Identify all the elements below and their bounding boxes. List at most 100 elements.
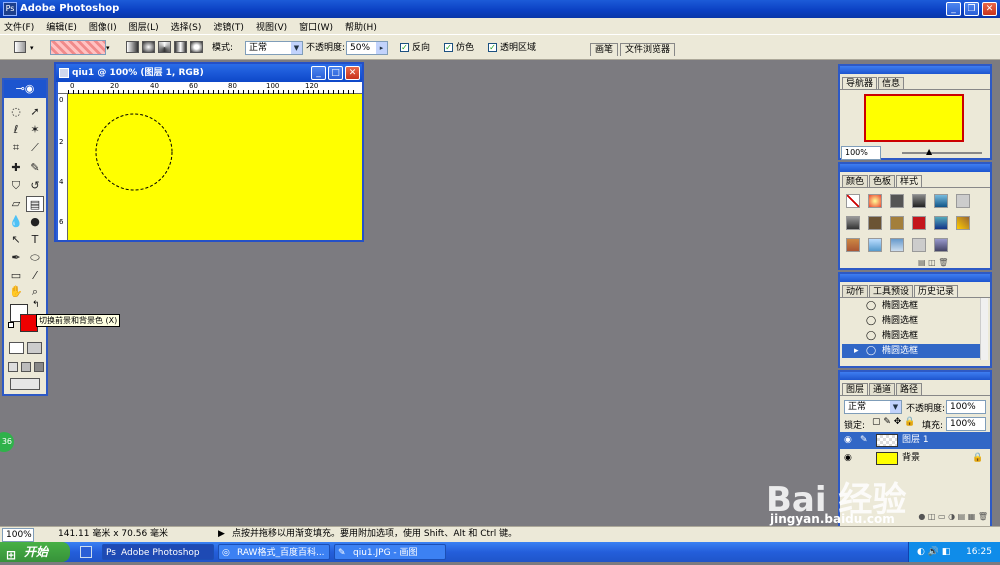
panel-grip[interactable]	[840, 372, 990, 380]
swap-colors-icon[interactable]: ↰	[32, 300, 40, 310]
menu-window[interactable]: 窗口(W)	[299, 20, 333, 33]
menu-view[interactable]: 视图(V)	[256, 20, 287, 33]
tab-swatches[interactable]: 色板	[869, 175, 896, 187]
tab-file-browser[interactable]: 文件浏览器	[620, 43, 676, 56]
feather-logo-icon[interactable]: ⊸◉	[4, 80, 46, 98]
dodge-tool-icon[interactable]: ●	[26, 214, 44, 230]
history-item-selected[interactable]: ▸ ◯ 椭圆选框	[842, 344, 982, 358]
style-swatch[interactable]	[956, 194, 970, 208]
screen-mode-full-menu-icon[interactable]	[21, 362, 31, 372]
panel-grip[interactable]	[840, 164, 990, 172]
tab-layers[interactable]: 图层	[842, 383, 869, 395]
gradient-picker[interactable]	[50, 40, 106, 55]
jump-to-imageready-icon[interactable]	[10, 378, 40, 390]
menu-image[interactable]: 图像(I)	[89, 20, 117, 33]
lasso-tool-icon[interactable]: ℓ	[7, 122, 25, 138]
diamond-gradient-icon[interactable]	[190, 41, 203, 53]
doc-restore-button[interactable]: □	[328, 66, 343, 80]
style-swatch[interactable]	[934, 216, 948, 230]
fill-field[interactable]: 100%	[946, 417, 986, 431]
default-colors-icon[interactable]	[8, 322, 14, 328]
style-swatch[interactable]	[890, 238, 904, 252]
task-paint[interactable]: ✎ qiu1.JPG - 画图	[334, 544, 446, 560]
style-swatch[interactable]	[934, 194, 948, 208]
side-badge[interactable]: 36	[0, 432, 14, 452]
status-zoom-field[interactable]: 100%	[2, 528, 34, 542]
stamp-tool-icon[interactable]: ⛉	[7, 178, 25, 194]
layer-opacity-field[interactable]: 100%	[946, 400, 986, 414]
tab-brushes[interactable]: 画笔	[590, 43, 619, 56]
reverse-checkbox[interactable]: ✓ 反向	[400, 40, 430, 56]
brush-tool-icon[interactable]: ✎	[26, 160, 44, 176]
zoom-tool-icon[interactable]: ⌕	[26, 284, 44, 300]
doc-close-button[interactable]: ✕	[345, 66, 360, 80]
style-swatch[interactable]	[912, 238, 926, 252]
tab-actions[interactable]: 动作	[842, 285, 869, 297]
play-arrow-icon[interactable]: ▶	[218, 527, 225, 542]
layer-row-selected[interactable]: ◉ ✎ 图层 1	[840, 432, 990, 449]
style-swatch[interactable]	[846, 238, 860, 252]
transparency-checkbox[interactable]: ✓ 透明区域	[488, 40, 536, 56]
panel-grip[interactable]	[840, 274, 990, 282]
slice-tool-icon[interactable]: ⟋	[26, 140, 44, 156]
doc-minimize-button[interactable]: _	[311, 66, 326, 80]
type-tool-icon[interactable]: T	[26, 232, 44, 248]
eyedropper-tool-icon[interactable]: ⁄	[26, 268, 44, 284]
hand-tool-icon[interactable]: ✋	[7, 284, 25, 300]
style-swatch[interactable]	[868, 238, 882, 252]
history-item[interactable]: ◯ 椭圆选框	[842, 299, 982, 313]
style-swatch[interactable]	[846, 216, 860, 230]
gradient-tool-icon[interactable]: ▤	[26, 196, 44, 212]
eye-icon[interactable]: ◉	[844, 432, 852, 449]
task-photoshop[interactable]: Ps Adobe Photoshop	[102, 544, 214, 560]
style-swatch[interactable]	[934, 238, 948, 252]
blend-mode-select[interactable]: 正常 ▼	[844, 400, 902, 414]
tab-channels[interactable]: 通道	[869, 383, 896, 395]
chevron-down-icon[interactable]: ▾	[106, 44, 110, 52]
tab-color[interactable]: 颜色	[842, 175, 869, 187]
minimize-button[interactable]: _	[946, 2, 961, 16]
style-swatch[interactable]	[846, 194, 860, 208]
zoom-slider-thumb-icon[interactable]: ▲	[926, 147, 932, 156]
close-button[interactable]: ✕	[982, 2, 997, 16]
zoom-slider[interactable]	[902, 152, 982, 154]
radial-gradient-icon[interactable]	[142, 41, 155, 53]
history-brush-icon[interactable]: ↺	[26, 178, 44, 194]
menu-select[interactable]: 选择(S)	[171, 20, 202, 33]
show-desktop-icon[interactable]	[80, 546, 92, 558]
screen-mode-standard-icon[interactable]	[8, 362, 18, 372]
opacity-field[interactable]: 50% ▸	[346, 41, 388, 55]
history-scrollbar[interactable]	[980, 298, 988, 360]
style-swatch[interactable]	[956, 216, 970, 230]
chevron-down-icon[interactable]: ▾	[30, 44, 34, 52]
restore-button[interactable]: ❐	[964, 2, 979, 16]
tool-preset-icon[interactable]	[14, 41, 26, 53]
tab-navigator[interactable]: 导航器	[842, 77, 878, 89]
style-swatch[interactable]	[912, 194, 926, 208]
blur-tool-icon[interactable]: 💧	[7, 214, 25, 230]
navigator-zoom-field[interactable]: 100%	[841, 146, 881, 160]
linear-gradient-icon[interactable]	[126, 41, 139, 53]
notes-tool-icon[interactable]: ▭	[7, 268, 25, 284]
layer-row[interactable]: ◉ 背景 🔒	[840, 450, 990, 467]
style-swatch[interactable]	[890, 194, 904, 208]
reflected-gradient-icon[interactable]	[174, 41, 187, 53]
pen-tool-icon[interactable]: ✒	[7, 250, 25, 266]
tab-tool-presets[interactable]: 工具预设	[869, 285, 914, 297]
menu-layer[interactable]: 图层(L)	[129, 20, 159, 33]
start-button[interactable]: ⊞ 开始	[0, 542, 70, 562]
eye-icon[interactable]: ◉	[844, 450, 852, 467]
style-swatch[interactable]	[890, 216, 904, 230]
style-swatch[interactable]	[912, 216, 926, 230]
angle-gradient-icon[interactable]	[158, 41, 171, 53]
tab-history[interactable]: 历史记录	[914, 285, 959, 297]
dither-checkbox[interactable]: ✓ 仿色	[444, 40, 474, 56]
style-swatch[interactable]	[868, 194, 882, 208]
tab-info[interactable]: 信息	[878, 77, 905, 89]
quick-mask-icon[interactable]	[27, 342, 42, 354]
move-tool-icon[interactable]: ➚	[26, 104, 44, 120]
eraser-tool-icon[interactable]: ▱	[7, 196, 25, 212]
style-swatch[interactable]	[868, 216, 882, 230]
mode-select[interactable]: 正常 ▼	[245, 41, 303, 55]
history-item[interactable]: ◯ 椭圆选框	[842, 329, 982, 343]
